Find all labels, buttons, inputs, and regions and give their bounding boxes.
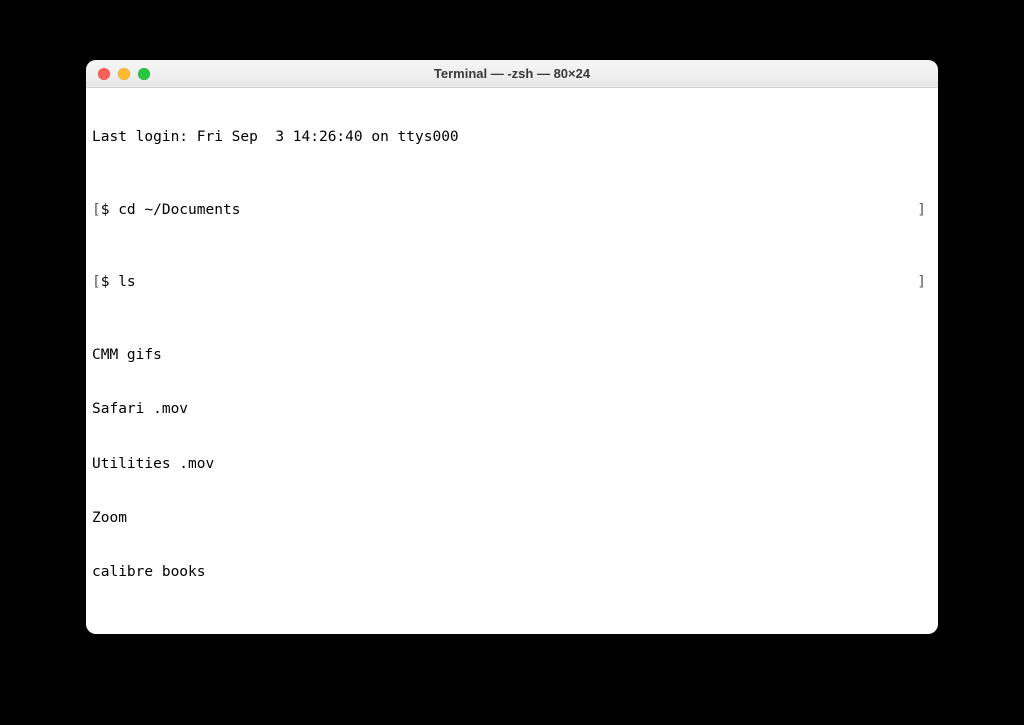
output-line: Utilities .mov (92, 455, 932, 473)
titlebar[interactable]: Terminal — -zsh — 80×24 (86, 60, 938, 88)
window-title: Terminal — -zsh — 80×24 (86, 66, 938, 81)
command-line: [$ cd ~/Documents] (92, 201, 932, 219)
terminal-content[interactable]: Last login: Fri Sep 3 14:26:40 on ttys00… (86, 88, 938, 634)
login-banner: Last login: Fri Sep 3 14:26:40 on ttys00… (92, 128, 932, 146)
zoom-icon[interactable] (138, 68, 150, 80)
left-bracket-icon: [ (92, 274, 101, 290)
output-line: Zoom (92, 509, 932, 527)
output-line: calibre books (92, 563, 932, 581)
terminal-window: Terminal — -zsh — 80×24 Last login: Fri … (86, 60, 938, 634)
prompt-symbol: $ (101, 274, 118, 290)
prompt-symbol: $ (101, 202, 118, 218)
close-icon[interactable] (98, 68, 110, 80)
right-bracket-icon: ] (917, 201, 926, 219)
command-text: cd ~/Documents (118, 202, 240, 218)
left-bracket-icon: [ (92, 202, 101, 218)
output-line: CMM gifs (92, 346, 932, 364)
traffic-lights (86, 68, 150, 80)
right-bracket-icon: ] (917, 273, 926, 291)
output-line: Safari .mov (92, 400, 932, 418)
minimize-icon[interactable] (118, 68, 130, 80)
command-line: [$ ls] (92, 273, 932, 291)
command-text: ls (118, 274, 135, 290)
